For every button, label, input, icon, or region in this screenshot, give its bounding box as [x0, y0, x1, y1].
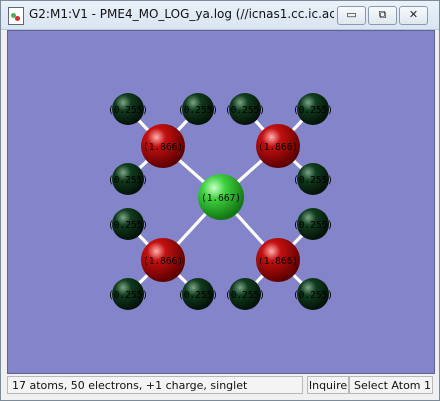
dark-atom-label: (0.255) — [293, 105, 333, 116]
status-summary: 17 atoms, 50 electrons, +1 charge, singl… — [7, 376, 303, 394]
dark-atom-label: (0.255) — [178, 290, 218, 301]
red-atom-label: (1.866) — [258, 256, 298, 267]
title-bar[interactable]: G2:M1:V1 - PME4_MO_LOG_ya.log (//icnas1.… — [1, 1, 439, 30]
select-indicator[interactable]: Select Atom 1 — [349, 376, 433, 394]
mode-indicator[interactable]: Inquire — [307, 376, 349, 394]
molecule-viewer[interactable]: (1.667) (1.866) (1.866) (1.866) (1.866) … — [7, 30, 435, 374]
restore-button[interactable]: ⧉ — [368, 6, 397, 25]
status-bar: 17 atoms, 50 electrons, +1 charge, singl… — [7, 376, 433, 396]
red-atom-label: (1.866) — [143, 256, 183, 267]
molecule-canvas[interactable]: (1.667) (1.866) (1.866) (1.866) (1.866) … — [8, 31, 434, 373]
close-button[interactable]: ✕ — [399, 6, 428, 25]
app-icon[interactable] — [8, 7, 24, 25]
dark-atom-label: (0.255) — [108, 175, 148, 186]
minimize-button[interactable]: ▭ — [337, 6, 366, 25]
red-atom-label: (1.866) — [143, 142, 183, 153]
dark-atom-label: (0.255) — [293, 290, 333, 301]
red-atom-label: (1.866) — [258, 142, 298, 153]
dark-atom-label: (0.255) — [293, 220, 333, 231]
dark-atom-label: (0.255) — [225, 105, 265, 116]
dark-atom-label: (0.255) — [108, 105, 148, 116]
dark-atom-label: (0.255) — [108, 220, 148, 231]
center-atom-label: (1.667) — [201, 193, 241, 204]
dark-atom-label: (0.255) — [178, 105, 218, 116]
dark-atom-label: (0.255) — [225, 290, 265, 301]
dark-atom-label: (0.255) — [108, 290, 148, 301]
window-title: G2:M1:V1 - PME4_MO_LOG_ya.log (//icnas1.… — [29, 7, 334, 21]
app-window: G2:M1:V1 - PME4_MO_LOG_ya.log (//icnas1.… — [0, 0, 440, 401]
dark-atom-label: (0.255) — [293, 175, 333, 186]
